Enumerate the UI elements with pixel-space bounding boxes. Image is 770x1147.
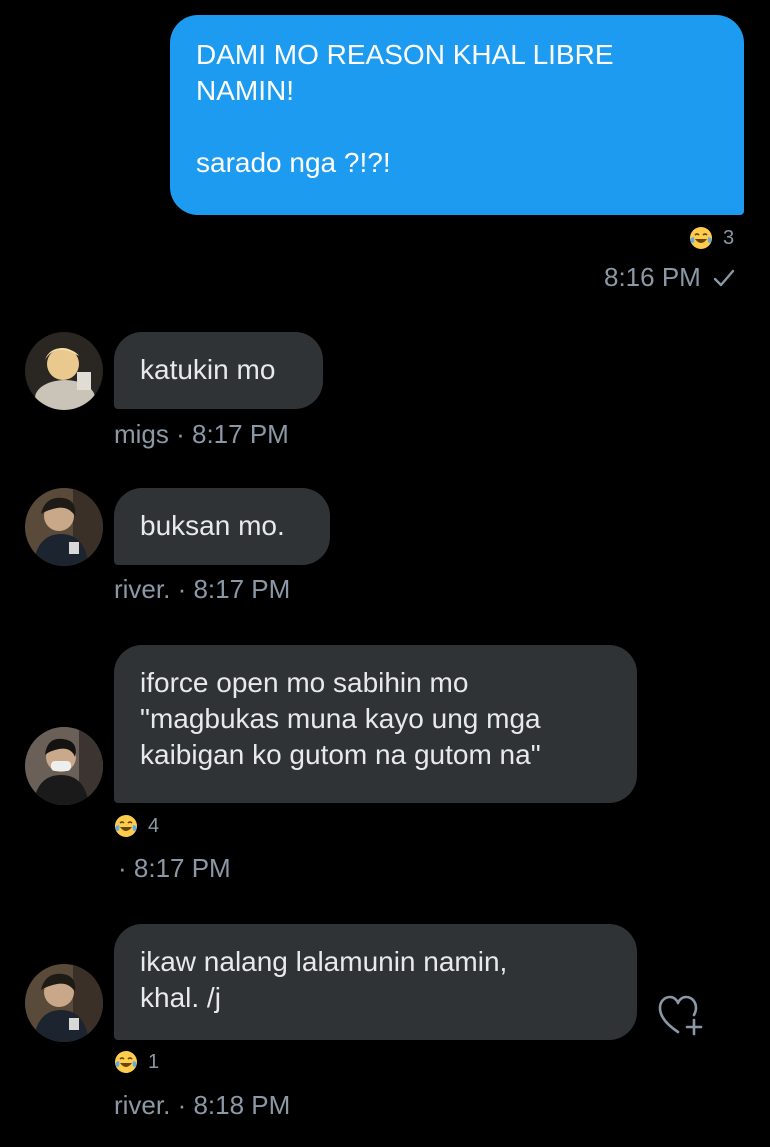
react-button[interactable]	[656, 994, 708, 1043]
avatar[interactable]	[25, 964, 103, 1042]
message-meta: · 8:17 PM	[118, 853, 231, 883]
message-timestamp: 8:16 PM	[604, 262, 735, 293]
timestamp-text: 8:16 PM	[604, 262, 701, 292]
heart-plus-icon	[658, 995, 703, 1036]
avatar-blonde-icon	[25, 332, 103, 410]
message-meta: river. · 8:18 PM	[114, 1090, 291, 1120]
reaction-badge[interactable]: 1	[114, 1050, 159, 1074]
reaction-badge[interactable]: 3	[689, 226, 734, 250]
message-bubble-incoming[interactable]: buksan mo.	[114, 488, 330, 565]
message-bubble-outgoing[interactable]: DAMI MO REASON KHAL LIBRE NAMIN! sarado …	[170, 15, 744, 215]
avatar[interactable]	[25, 332, 103, 410]
message-bubble-incoming[interactable]: katukin mo	[114, 332, 323, 409]
message-meta: river. · 8:17 PM	[114, 574, 291, 604]
message-bubble-incoming[interactable]: iforce open mo sabihin mo "magbukas muna…	[114, 645, 637, 803]
message-bubble-incoming[interactable]: ikaw nalang lalamunin namin, khal. /j	[114, 924, 637, 1040]
avatar[interactable]	[25, 727, 103, 805]
reaction-count: 4	[148, 814, 160, 837]
tears-of-joy-emoji-icon	[115, 815, 137, 837]
reaction-badge[interactable]: 4	[114, 814, 159, 838]
message-meta: migs · 8:17 PM	[114, 419, 289, 449]
tears-of-joy-emoji-icon	[690, 227, 712, 249]
reaction-count: 1	[148, 1050, 160, 1073]
avatar-dark-icon	[25, 964, 103, 1042]
avatar[interactable]	[25, 488, 103, 566]
checkmark-icon	[713, 269, 735, 286]
avatar-dark-icon	[25, 488, 103, 566]
tears-of-joy-emoji-icon	[115, 1051, 137, 1073]
reaction-count: 3	[723, 226, 735, 249]
avatar-mask-icon	[25, 727, 103, 805]
